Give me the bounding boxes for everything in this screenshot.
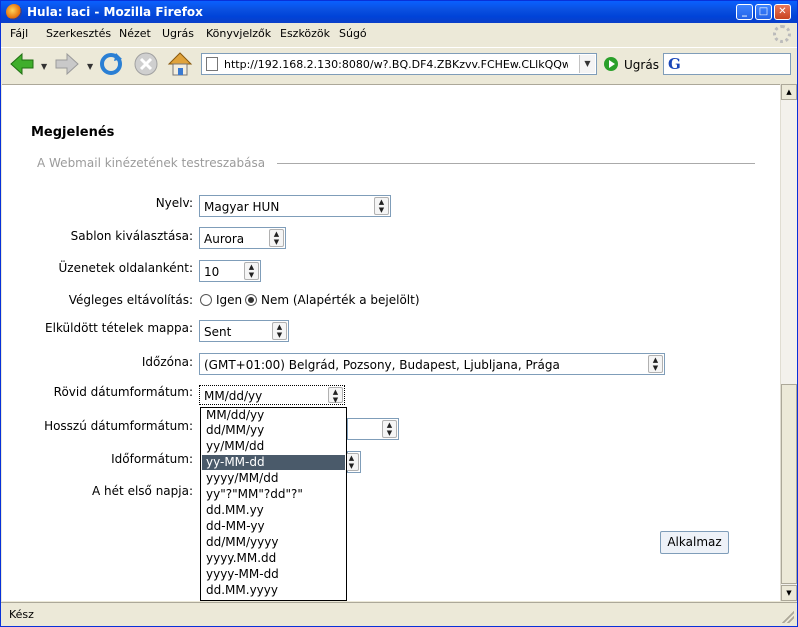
short-date-format-label: Rövid dátumformátum:: [53, 385, 193, 399]
search-input[interactable]: G: [663, 53, 791, 75]
dropdown-option[interactable]: yy"?"MM"?dd"?": [202, 487, 345, 502]
timezone-select[interactable]: (GMT+01:00) Belgrád, Pozsony, Budapest, …: [199, 353, 665, 375]
go-icon[interactable]: [604, 57, 618, 71]
sent-folder-select[interactable]: Sent ▲ ▼: [199, 320, 289, 342]
go-button[interactable]: Ugrás: [624, 58, 659, 72]
menu-help[interactable]: Súgó: [339, 27, 367, 40]
dropdown-option[interactable]: yyyy.MM.dd: [202, 551, 345, 566]
language-label: Nyelv:: [155, 196, 193, 210]
url-history-dropdown-icon[interactable]: ▼: [579, 55, 595, 73]
minimize-button[interactable]: _: [736, 4, 753, 20]
dropdown-option[interactable]: yyyy/MM/dd: [202, 471, 345, 486]
select-arrows-icon: ▲ ▼: [328, 387, 343, 404]
status-bar: Kész: [1, 602, 797, 626]
timezone-label: Időzóna:: [141, 355, 193, 369]
time-format-select[interactable]: ▲ ▼: [344, 451, 361, 473]
dropdown-option[interactable]: dd.MM.yyyy: [202, 583, 345, 598]
delete-yes-radio[interactable]: [200, 294, 212, 306]
url-text[interactable]: http://192.168.2.130:8080/w?.BQ.DF4.ZBKz…: [224, 58, 568, 71]
scroll-down-icon[interactable]: ▼: [781, 585, 797, 601]
delete-no-radio[interactable]: [245, 294, 257, 306]
stop-icon[interactable]: [133, 51, 159, 77]
select-arrows-icon: ▲ ▼: [269, 229, 284, 247]
back-arrow-icon[interactable]: [9, 52, 35, 76]
apply-button[interactable]: Alkalmaz: [660, 531, 729, 554]
menu-bar: Fájl Szerkesztés Nézet Ugrás Könyvjelzők…: [1, 23, 797, 45]
menu-bookmarks[interactable]: Könyvjelzők: [206, 27, 271, 40]
long-date-format-select[interactable]: ▲ ▼: [347, 418, 399, 440]
page-title: Megjelenés: [31, 125, 115, 140]
scroll-up-icon[interactable]: ▲: [781, 84, 797, 100]
dropdown-option[interactable]: dd/MM/yyyy: [202, 535, 345, 550]
select-arrows-icon: ▲ ▼: [648, 355, 663, 373]
language-select[interactable]: Magyar HUN ▲ ▼: [199, 195, 391, 217]
browser-window: Hula: laci - Mozilla Firefox _ □ ✕ Fájl …: [0, 0, 798, 627]
resize-grip-icon[interactable]: [782, 611, 794, 623]
delete-yes-label[interactable]: Igen: [216, 293, 242, 307]
sent-folder-label: Elküldött tételek mappa:: [45, 321, 193, 335]
select-arrows-icon: ▲ ▼: [272, 322, 287, 340]
dropdown-option[interactable]: yy/MM/dd: [202, 439, 345, 454]
back-dropdown-icon[interactable]: ▼: [41, 62, 47, 71]
scrollbar-thumb[interactable]: [781, 384, 797, 584]
menu-view[interactable]: Nézet: [119, 27, 151, 40]
menu-tools[interactable]: Eszközök: [280, 27, 330, 40]
maximize-button[interactable]: □: [755, 4, 772, 20]
forward-dropdown-icon[interactable]: ▼: [87, 62, 93, 71]
throbber-icon: [773, 25, 791, 43]
page-content: Megjelenés A Webmail kinézetének testres…: [2, 84, 780, 601]
search-engine-icon[interactable]: G: [668, 55, 681, 73]
long-date-format-label: Hosszú dátumformátum:: [44, 419, 193, 433]
week-start-label: A hét első napja:: [92, 484, 193, 498]
page-subtitle: A Webmail kinézetének testreszabása: [37, 156, 266, 170]
dropdown-option[interactable]: MM/dd/yy: [202, 408, 345, 423]
short-date-format-select[interactable]: MM/dd/yy ▲ ▼: [199, 385, 345, 405]
dropdown-option[interactable]: yyyy-MM-dd: [202, 567, 345, 582]
template-label: Sablon kiválasztása:: [70, 229, 193, 243]
permanent-delete-label: Végleges eltávolítás:: [68, 293, 193, 307]
template-select[interactable]: Aurora ▲ ▼: [199, 227, 286, 249]
menu-edit[interactable]: Szerkesztés: [46, 27, 111, 40]
dropdown-option-highlighted[interactable]: yy-MM-dd: [202, 455, 345, 470]
forward-arrow-icon[interactable]: [54, 52, 80, 76]
status-text: Kész: [9, 608, 34, 621]
dropdown-option[interactable]: dd/MM/yy: [202, 423, 345, 438]
dropdown-option[interactable]: dd.MM.yy: [202, 503, 345, 518]
close-button[interactable]: ✕: [774, 4, 791, 20]
select-arrows-icon: ▲ ▼: [382, 420, 397, 438]
short-date-format-dropdown[interactable]: MM/dd/yy dd/MM/yy yy/MM/dd yy-MM-dd yyyy…: [200, 407, 347, 601]
menu-go[interactable]: Ugrás: [162, 27, 194, 40]
select-arrows-icon: ▲ ▼: [244, 262, 259, 280]
section-divider: [277, 163, 755, 164]
select-arrows-icon: ▲ ▼: [374, 197, 389, 215]
dropdown-option[interactable]: dd-MM-yy: [202, 519, 345, 534]
messages-per-page-select[interactable]: 10 ▲ ▼: [199, 260, 261, 282]
delete-no-label[interactable]: Nem (Alapérték a bejelölt): [261, 293, 420, 307]
vertical-scrollbar[interactable]: ▲ ▼: [780, 84, 797, 601]
window-title: Hula: laci - Mozilla Firefox: [27, 5, 203, 19]
reload-icon[interactable]: [98, 51, 124, 77]
title-bar: Hula: laci - Mozilla Firefox _ □ ✕: [1, 1, 797, 23]
page-icon: [206, 57, 218, 71]
time-format-label: Időformátum:: [111, 452, 193, 466]
home-icon[interactable]: [166, 50, 194, 78]
messages-per-page-label: Üzenetek oldalanként:: [58, 261, 193, 275]
url-bar[interactable]: http://192.168.2.130:8080/w?.BQ.DF4.ZBKz…: [201, 53, 597, 75]
menu-file[interactable]: Fájl: [10, 27, 28, 40]
firefox-icon: [6, 4, 22, 20]
